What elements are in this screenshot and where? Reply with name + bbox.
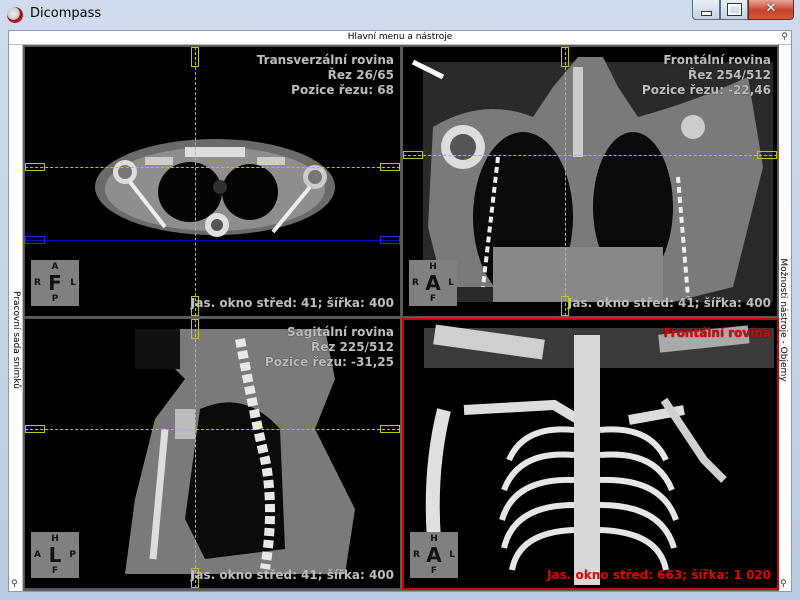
volume-render-viewport[interactable]: Frontální rovina Jas. okno střed: 663; š… (402, 318, 779, 590)
app-window: Dicompass ✕ Hlavní menu a nástroje ⚲ Pra… (0, 0, 800, 600)
close-button[interactable]: ✕ (748, 0, 794, 20)
viewport-info: Frontální rovina Řez 254/512 Pozice řezu… (642, 53, 771, 98)
orientation-cube[interactable]: H L F A P (31, 532, 79, 578)
viewport-grid: Transverzální rovina Řez 26/65 Pozice ře… (23, 45, 779, 591)
viewport-info: Transverzální rovina Řez 26/65 Pozice ře… (257, 53, 394, 98)
slice-indicator-line[interactable] (25, 240, 400, 241)
slice-handle-left[interactable] (25, 236, 45, 244)
dicompass-logo-icon (7, 7, 23, 23)
orient-left: A (34, 550, 41, 560)
sagittal-viewport[interactable]: Sagitální rovina Řez 225/512 Pozice řezu… (24, 318, 401, 589)
orient-right: L (448, 278, 454, 288)
volume-render-image (424, 324, 774, 585)
slice-position: Pozice řezu: 68 (291, 83, 394, 97)
crosshair-vertical[interactable] (565, 47, 566, 316)
minimize-icon (701, 11, 712, 16)
window-level-info: Jas. okno střed: 41; šířka: 400 (190, 296, 394, 310)
crosshair-vertical[interactable] (195, 47, 196, 316)
viewport-info: Frontální rovina (663, 326, 771, 341)
slice-number: Řez 225/512 (310, 340, 394, 354)
client-area: Hlavní menu a nástroje ⚲ Pracovní sada s… (8, 30, 792, 592)
frontal-viewport[interactable]: Frontální rovina Řez 254/512 Pozice řezu… (402, 46, 778, 317)
crosshair-handle-left[interactable] (25, 425, 45, 433)
window-level-info: Jas. okno střed: 663; šířka: 1 020 (547, 568, 771, 582)
crosshair-horizontal[interactable] (25, 429, 400, 430)
right-sidebar-toggle[interactable]: Možnosti nástroje - Objemy ⚲ (777, 45, 791, 591)
orient-left: R (34, 278, 41, 288)
orient-right: L (70, 278, 76, 288)
crosshair-handle-top[interactable] (561, 47, 569, 67)
slice-position: Pozice řezu: -22,46 (641, 83, 771, 97)
right-pin-icon[interactable]: ⚲ (780, 579, 787, 589)
plane-title: Transverzální rovina (256, 53, 394, 67)
orientation-cube[interactable]: H A F R L (409, 260, 457, 306)
title-bar[interactable]: Dicompass ✕ (0, 0, 800, 30)
viewport-info: Sagitální rovina Řez 225/512 Pozice řezu… (265, 325, 394, 370)
orient-bottom: P (51, 294, 59, 304)
left-sidebar-toggle[interactable]: Pracovní sada snímků ⚲ (9, 45, 23, 591)
main-menu-label: Hlavní menu a nástroje (347, 32, 453, 42)
left-pin-icon[interactable]: ⚲ (11, 579, 18, 589)
orient-left: R (413, 550, 420, 560)
orientation-cube[interactable]: A F P R L (31, 260, 79, 306)
orient-right: P (69, 550, 76, 560)
orient-bottom: F (430, 566, 438, 576)
right-sidebar-label: Možnosti nástroje - Objemy (778, 258, 788, 382)
plane-title: Sagitální rovina (287, 325, 394, 339)
orient-bottom: F (429, 294, 437, 304)
left-sidebar-label: Pracovní sada snímků (11, 291, 21, 389)
slice-position: Pozice řezu: -31,25 (264, 355, 394, 369)
plane-title: Frontální rovina (663, 326, 771, 340)
slice-handle-right[interactable] (380, 236, 400, 244)
crosshair-handle-right[interactable] (757, 151, 777, 159)
pin-icon[interactable]: ⚲ (781, 32, 788, 42)
crosshair-handle-right[interactable] (380, 163, 400, 171)
orient-left: R (412, 278, 419, 288)
slice-number: Řez 26/65 (327, 68, 394, 82)
orientation-cube[interactable]: H A F R L (410, 532, 458, 578)
window-level-info: Jas. okno střed: 41; šířka: 400 (190, 568, 394, 582)
slice-number: Řez 254/512 (687, 68, 771, 82)
main-menu-toggle-bar[interactable]: Hlavní menu a nástroje ⚲ (9, 31, 791, 45)
crosshair-handle-left[interactable] (403, 151, 423, 159)
orient-right: L (449, 550, 455, 560)
window-title: Dicompass (30, 6, 102, 21)
window-level-info: Jas. okno střed: 41; šířka: 400 (567, 296, 771, 310)
plane-title: Frontální rovina (663, 53, 771, 67)
minimize-button[interactable] (692, 0, 720, 20)
crosshair-vertical[interactable] (195, 319, 196, 588)
maximize-icon (727, 3, 742, 16)
close-icon: ✕ (765, 1, 777, 16)
crosshair-horizontal[interactable] (403, 155, 777, 156)
crosshair-handle-right[interactable] (380, 425, 400, 433)
crosshair-horizontal[interactable] (25, 167, 400, 168)
maximize-button[interactable] (720, 0, 748, 20)
crosshair-handle-top[interactable] (191, 319, 199, 339)
orient-bottom: F (51, 566, 59, 576)
transversal-viewport[interactable]: Transverzální rovina Řez 26/65 Pozice ře… (24, 46, 401, 317)
crosshair-handle-left[interactable] (25, 163, 45, 171)
crosshair-handle-top[interactable] (191, 47, 199, 67)
